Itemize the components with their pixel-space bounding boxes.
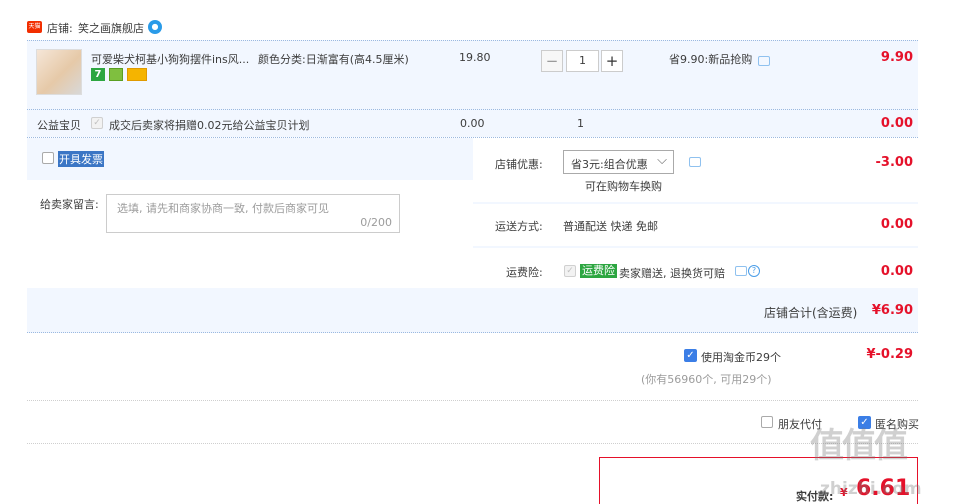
coupon-chat-icon[interactable]	[689, 157, 701, 167]
item-total: 9.90	[880, 50, 913, 65]
charity-price: 0.00	[460, 117, 485, 130]
charity-label: 公益宝贝	[37, 119, 81, 132]
friend-pay-checkbox[interactable]	[761, 416, 773, 428]
divider	[27, 443, 918, 444]
chevron-down-icon: ⌵	[657, 153, 667, 168]
item-title-link[interactable]: 可爱柴犬柯基小狗狗摆件ins风...	[91, 51, 249, 67]
item-spec: 颜色分类:日渐富有(高4.5厘米)	[258, 53, 409, 66]
insurance-badge: 运费险	[580, 264, 617, 278]
invoice-checkbox[interactable]	[42, 152, 54, 164]
insurance-text: 卖家赠送, 退换货可赔	[619, 267, 725, 280]
message-char-count: 0/200	[360, 216, 392, 229]
message-placeholder: 选填, 请先和商家协商一致, 付款后商家可见	[117, 202, 329, 215]
message-label: 给卖家留言:	[40, 198, 99, 211]
coins-amount: ¥-0.29	[866, 347, 913, 362]
coupon-select[interactable]: 省3元:组合优惠 ⌵	[563, 150, 674, 174]
coupon-amount: -3.00	[875, 155, 913, 170]
item-promo: 省9.90:新品抢购	[669, 53, 753, 66]
watermark-logo: 值值值	[810, 426, 908, 466]
qty-plus-button[interactable]: +	[601, 50, 623, 72]
help-icon[interactable]: ?	[748, 265, 760, 277]
qty-minus-button[interactable]: −	[541, 50, 563, 72]
insurance-label: 运费险:	[506, 266, 543, 279]
tmall-badge-icon: 天猫	[27, 21, 42, 33]
shipping-label: 运送方式:	[495, 220, 543, 233]
item-thumbnail[interactable]	[36, 49, 82, 95]
charity-checkbox: ✓	[91, 117, 103, 129]
charity-qty: 1	[577, 117, 584, 130]
item-price: 19.80	[459, 51, 491, 64]
promo-chat-icon[interactable]	[758, 56, 770, 66]
shipping-amount: 0.00	[880, 217, 913, 232]
coupon-label: 店铺优惠:	[495, 158, 543, 171]
coupon-hint: 可在购物车换购	[585, 180, 662, 193]
guarantee-icon	[109, 68, 123, 81]
watermark-url: zhizhi.com	[820, 479, 922, 499]
divider	[27, 109, 918, 110]
credit-card-icon	[127, 68, 147, 81]
charity-total: 0.00	[880, 116, 913, 131]
seven-day-return-icon: 7	[91, 68, 105, 81]
message-textarea[interactable]: 选填, 请先和商家协商一致, 付款后商家可见 0/200	[106, 194, 400, 233]
qty-input[interactable]: 1	[566, 50, 599, 72]
shop-name-link[interactable]: 笑之画旗舰店	[78, 20, 144, 36]
coupon-selected: 省3元:组合优惠	[571, 158, 648, 171]
coins-checkbox[interactable]: ✓	[684, 349, 697, 362]
coins-detail: (你有56960个, 可用29个)	[641, 373, 772, 386]
shop-total-label: 店铺合计(含运费)	[764, 306, 858, 320]
charity-text: 成交后卖家将捐赠0.02元给公益宝贝计划	[109, 119, 310, 132]
shop-label: 店铺:	[47, 22, 73, 35]
coins-label[interactable]: 使用淘金币29个	[701, 349, 781, 365]
shipping-method: 普通配送 快递 免邮	[563, 220, 658, 233]
invoice-label[interactable]: 开具发票	[58, 151, 104, 167]
insurance-amount: 0.00	[880, 264, 913, 279]
insurance-checkbox: ✓	[564, 265, 576, 277]
wangwang-chat-icon[interactable]: ●	[148, 20, 162, 34]
divider	[27, 400, 918, 401]
shop-total-amount: ¥6.90	[871, 303, 913, 318]
insurance-chat-icon[interactable]	[735, 266, 747, 276]
